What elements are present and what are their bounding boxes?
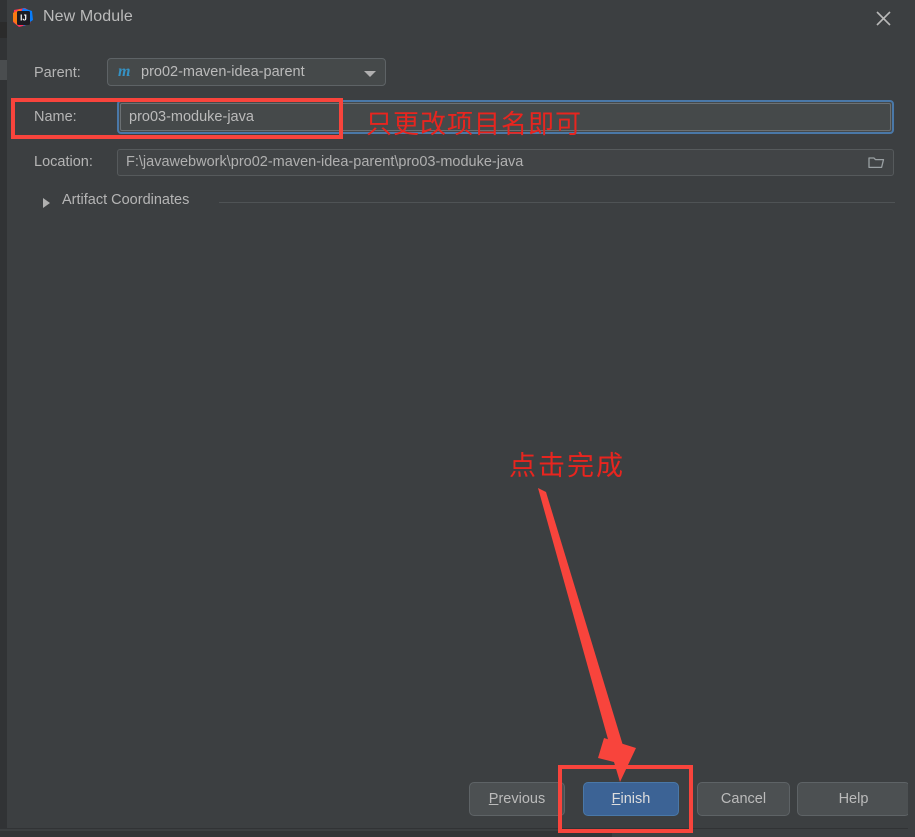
cancel-button-label: Cancel — [720, 791, 767, 807]
parent-combobox[interactable]: m pro02-maven-idea-parent — [107, 58, 386, 86]
annotation-name-note: 只更改项目名即可 — [366, 110, 583, 140]
maven-module-icon: m — [118, 63, 131, 80]
dialog-title: New Module — [43, 8, 133, 25]
annotation-finish-note: 点击完成 — [509, 451, 625, 482]
dialog-titlebar: IJ New Module — [7, 0, 915, 38]
name-label: Name: — [34, 109, 77, 125]
close-button[interactable] — [861, 2, 905, 34]
close-icon — [875, 10, 892, 27]
help-button[interactable]: Help — [797, 782, 910, 816]
cancel-button[interactable]: Cancel — [697, 782, 790, 816]
location-field[interactable]: F:\javawebwork\pro02-maven-idea-parent\p… — [117, 149, 894, 176]
help-button-label: Help — [838, 791, 869, 807]
background-window-left-edge — [0, 0, 7, 837]
triangle-right-icon — [43, 198, 50, 208]
location-value: F:\javawebwork\pro02-maven-idea-parent\p… — [126, 154, 524, 170]
chevron-down-icon — [364, 71, 376, 77]
background-window-right-edge — [908, 780, 915, 837]
previous-button-label: Previous — [488, 791, 546, 807]
new-module-dialog-screen: IJ New Module Parent: m pro02-maven-idea… — [0, 0, 915, 837]
artifact-coordinates-label: Artifact Coordinates — [62, 192, 190, 208]
background-window-left-edge-light — [0, 60, 7, 80]
section-divider — [219, 202, 895, 203]
svg-text:IJ: IJ — [20, 14, 27, 23]
finish-button[interactable]: Finish — [583, 782, 679, 816]
background-window-left-edge-dark — [0, 22, 7, 38]
artifact-coordinates-section[interactable]: Artifact Coordinates — [43, 192, 895, 214]
background-window-taskbar-sliver — [0, 831, 612, 837]
folder-icon[interactable] — [868, 155, 885, 175]
parent-label: Parent: — [34, 65, 81, 81]
parent-combobox-value: pro02-maven-idea-parent — [141, 64, 305, 80]
finish-button-label: Finish — [611, 791, 651, 807]
location-label: Location: — [34, 154, 93, 170]
previous-button[interactable]: Previous — [469, 782, 565, 816]
intellij-idea-icon: IJ — [12, 7, 34, 29]
